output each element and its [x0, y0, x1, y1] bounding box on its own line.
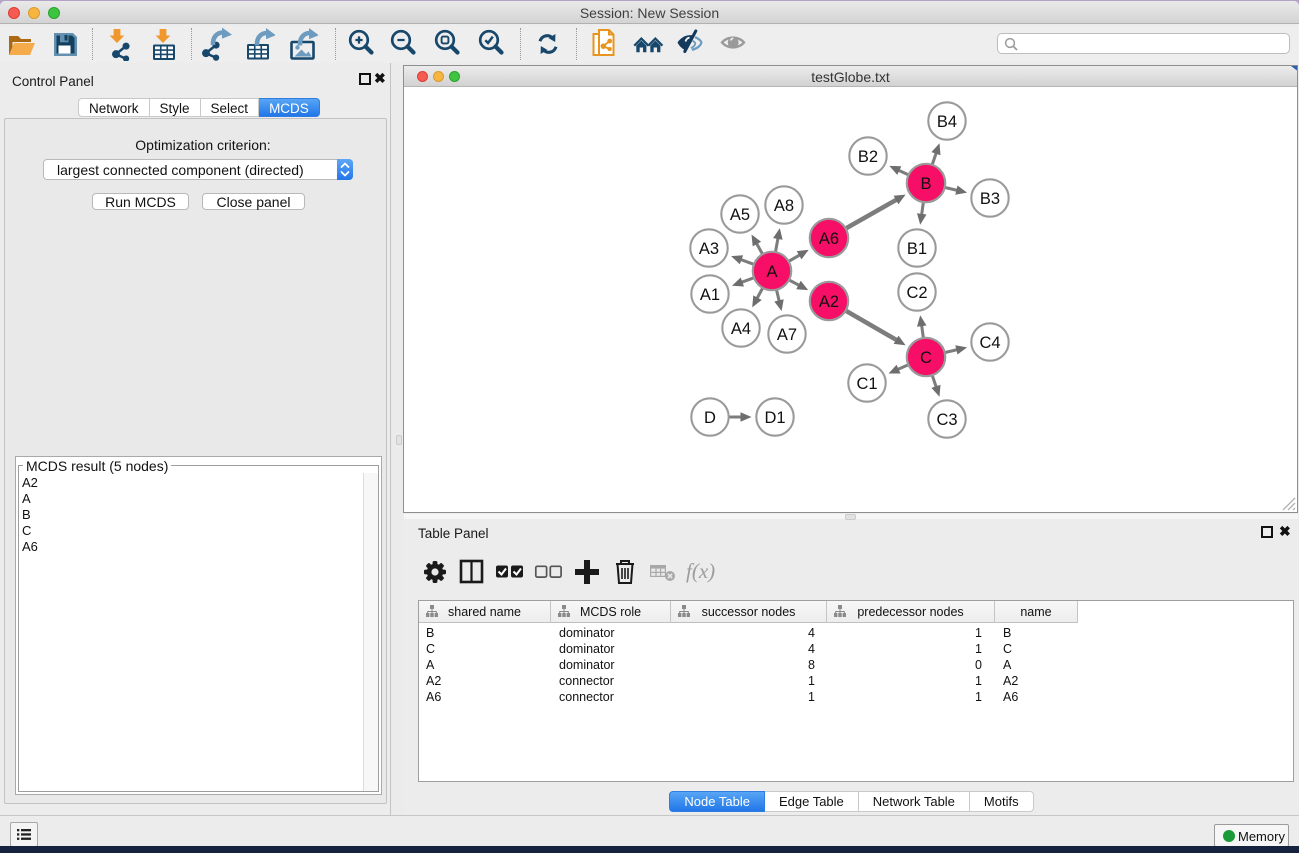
svg-text:A2: A2 — [819, 293, 839, 311]
svg-text:C3: C3 — [936, 411, 957, 429]
svg-text:B1: B1 — [907, 240, 927, 258]
svg-text:A5: A5 — [730, 206, 750, 224]
svg-text:A6: A6 — [819, 230, 839, 248]
svg-text:B2: B2 — [858, 148, 878, 166]
svg-text:B3: B3 — [980, 190, 1000, 208]
svg-text:A4: A4 — [731, 320, 751, 338]
svg-text:A7: A7 — [777, 326, 797, 344]
svg-text:C1: C1 — [856, 375, 877, 393]
svg-text:A: A — [766, 263, 777, 281]
svg-text:D1: D1 — [764, 409, 785, 427]
svg-text:B: B — [920, 175, 931, 193]
svg-text:A3: A3 — [699, 240, 719, 258]
svg-text:B4: B4 — [937, 113, 957, 131]
svg-text:D: D — [704, 409, 716, 427]
svg-text:A1: A1 — [700, 286, 720, 304]
svg-text:C2: C2 — [906, 284, 927, 302]
svg-text:C4: C4 — [979, 334, 1000, 352]
svg-text:A8: A8 — [774, 197, 794, 215]
svg-text:C: C — [920, 349, 932, 367]
